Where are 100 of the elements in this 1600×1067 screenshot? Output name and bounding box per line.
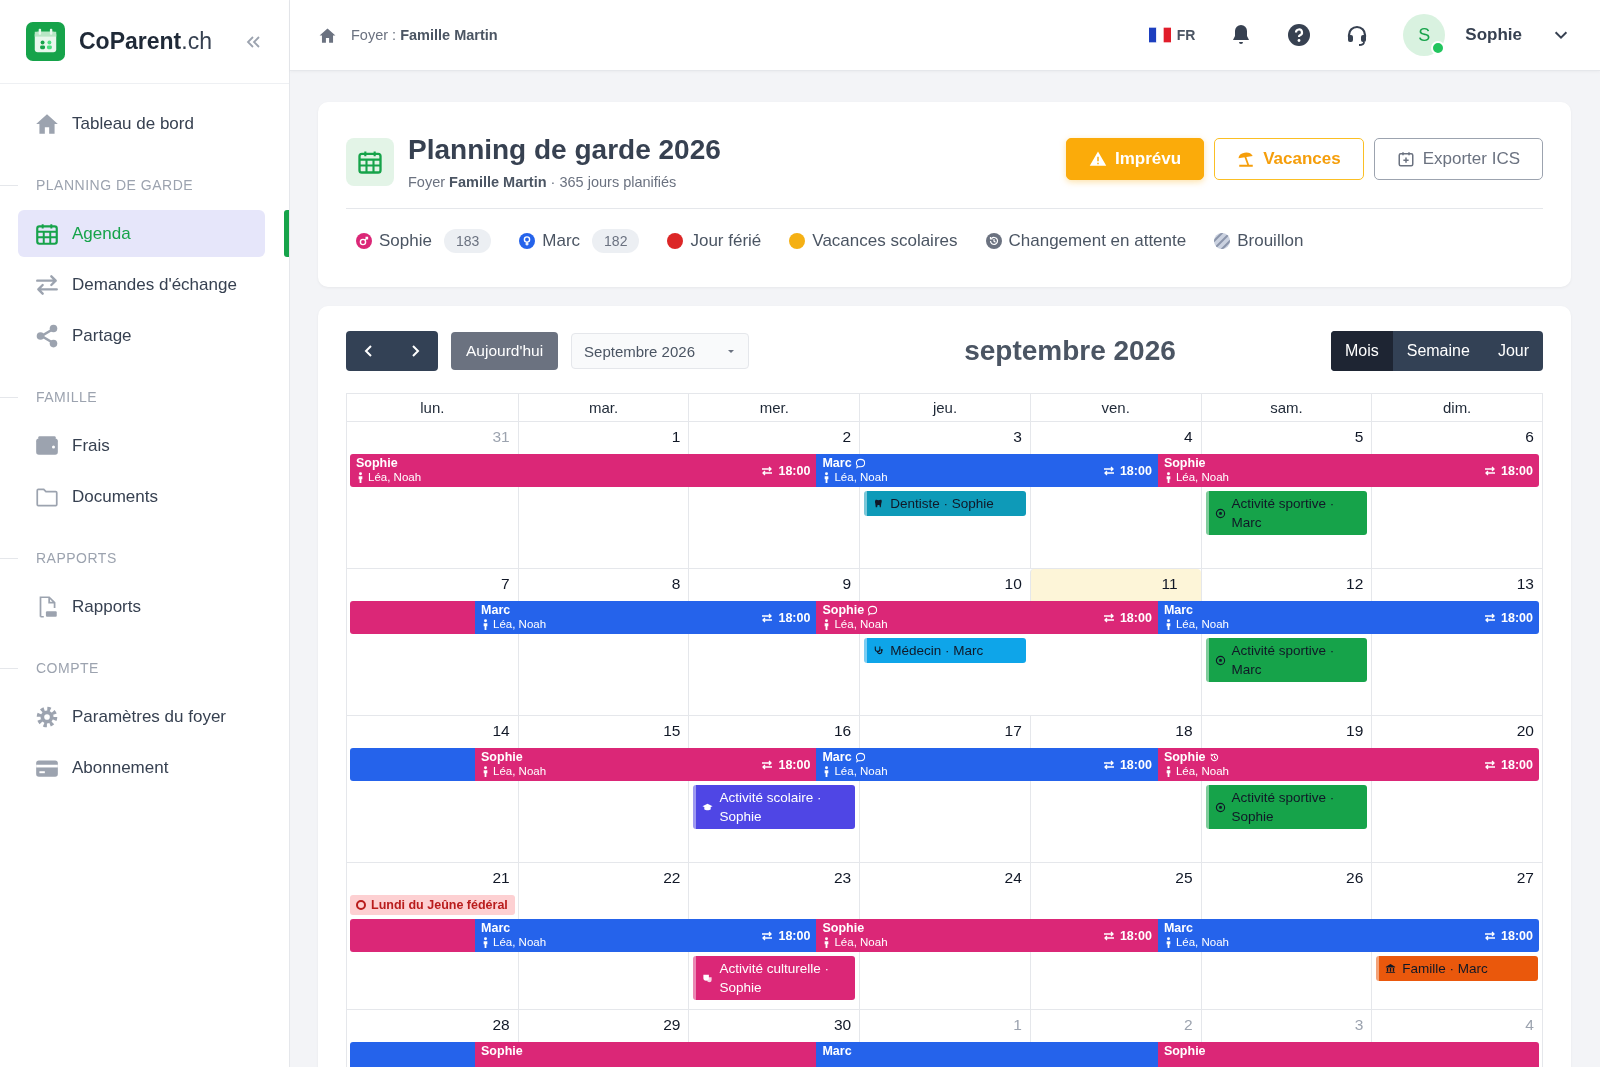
- help-icon[interactable]: [1287, 23, 1312, 47]
- day-number: 31: [492, 427, 511, 446]
- page-title: Planning de garde 2026: [408, 134, 722, 166]
- event-label: Activité scolaire · Sophie: [719, 789, 823, 826]
- event-chip[interactable]: Dentiste · Sophie: [864, 491, 1026, 516]
- children-names: Léa, Noah: [834, 618, 888, 630]
- swap-arrows-icon: [1102, 929, 1115, 942]
- sidebar-item[interactable]: Partage: [18, 312, 265, 359]
- sidebar-item[interactable]: Rapports: [18, 583, 265, 630]
- children-names: Léa, Noah: [493, 936, 547, 948]
- custody-bar[interactable]: Marc: [816, 1042, 1158, 1067]
- home-icon: [318, 25, 337, 45]
- day-number: 5: [1354, 427, 1365, 446]
- count-badge: 182: [592, 229, 640, 253]
- event-chip[interactable]: Activité sportive · Sophie: [1205, 785, 1368, 829]
- parent-name: Sophie: [481, 750, 523, 764]
- event-chip[interactable]: Activité sportive · Marc: [1205, 491, 1368, 535]
- children-names: Léa, Noah: [1175, 471, 1229, 483]
- sidebar-item[interactable]: Demandes d'échange: [18, 261, 265, 308]
- sidebar-item[interactable]: Paramètres du foyer: [18, 693, 265, 740]
- custody-bar[interactable]: Sophie Léa, Noah 18:00: [475, 748, 817, 781]
- handover-time: 18:00: [1501, 757, 1533, 772]
- event-chip[interactable]: Famille · Marc: [1376, 956, 1538, 981]
- view-tab[interactable]: Jour: [1483, 331, 1543, 371]
- calendar-plus-icon: [1396, 150, 1415, 168]
- month-select[interactable]: Septembre 2026: [571, 333, 750, 369]
- event-chip[interactable]: Activité culturelle · Sophie: [693, 956, 856, 1000]
- section-heading: PLANNING DE GARDE: [0, 168, 289, 202]
- history-icon: [1208, 751, 1220, 763]
- event-label: Activité sportive · Marc: [1231, 642, 1336, 679]
- today-button[interactable]: Aujourd'hui: [451, 332, 559, 370]
- day-number: 4: [1183, 427, 1194, 446]
- legend-label: Jour férié: [690, 231, 762, 251]
- app-logo-text: CoParent.ch: [79, 28, 213, 55]
- building-icon: [1385, 963, 1397, 974]
- day-number: 10: [1004, 574, 1023, 593]
- user-avatar[interactable]: S: [1403, 14, 1446, 56]
- day-number: 21: [492, 868, 511, 887]
- day-number: 1: [1013, 1015, 1023, 1034]
- day-number: 25: [1175, 868, 1194, 887]
- custody-bar[interactable]: Sophie Léa, Noah 18:00: [1157, 454, 1539, 487]
- ball-icon: [1214, 507, 1226, 519]
- custody-bar[interactable]: Marc Léa, Noah 18:00: [1157, 919, 1539, 952]
- parent-name: Sophie: [481, 1044, 523, 1058]
- custody-bar[interactable]: Marc Léa, Noah 18:00: [475, 601, 817, 634]
- sidebar-item[interactable]: Abonnement: [18, 744, 265, 791]
- day-number: 29: [663, 1015, 682, 1034]
- sidebar-item[interactable]: Frais: [18, 422, 265, 469]
- day-number: 27: [1516, 868, 1535, 887]
- handover-time: 18:00: [1119, 463, 1152, 478]
- holiday-tag: Lundi du Jeûne fédéral: [350, 895, 515, 915]
- stethoscope-icon: [873, 645, 885, 656]
- sidebar-item[interactable]: Tableau de bord: [18, 100, 265, 147]
- sidebar-item[interactable]: Documents: [18, 473, 265, 520]
- day-number: 26: [1346, 868, 1365, 887]
- custody-bar[interactable]: Marc Léa, Noah 18:00: [816, 748, 1158, 781]
- view-tab[interactable]: Mois: [1330, 331, 1393, 371]
- custody-bar[interactable]: Sophie Léa, Noah 18:00: [350, 454, 817, 487]
- children-names: Léa, Noah: [1175, 618, 1229, 630]
- day-number: 19: [1346, 721, 1365, 740]
- custody-bar[interactable]: Sophie Léa, Noah 18:00: [816, 601, 1158, 634]
- custody-bar[interactable]: Sophie Léa, Noah 18:00: [816, 919, 1158, 952]
- custody-bar[interactable]: Marc Léa, Noah 18:00: [816, 454, 1158, 487]
- month-title: septembre 2026: [963, 335, 1177, 367]
- parent-name: Sophie: [822, 921, 865, 935]
- graduation-cap-icon: [702, 801, 714, 813]
- logo-icon: [26, 22, 65, 61]
- view-tab[interactable]: Semaine: [1392, 331, 1484, 371]
- event-chip[interactable]: Activité sportive · Marc: [1205, 638, 1368, 682]
- event-chip[interactable]: Médecin · Marc: [864, 638, 1026, 663]
- language-selector[interactable]: FR: [1142, 26, 1202, 44]
- swap-arrows-icon: [1484, 929, 1496, 942]
- child-icon: [356, 471, 365, 483]
- parent-name: Marc: [822, 456, 852, 470]
- day-number: 2: [842, 427, 853, 446]
- user-name[interactable]: Sophie: [1465, 25, 1522, 45]
- comment-icon: [854, 457, 866, 469]
- theater-mask-icon: [702, 972, 714, 984]
- event-label: Dentiste · Sophie: [890, 495, 994, 513]
- weekday-header: dim.: [1371, 394, 1542, 421]
- custody-bar[interactable]: Sophie: [1157, 1042, 1539, 1067]
- day-number: 3: [1013, 427, 1023, 446]
- share-icon: [34, 322, 60, 349]
- export-button[interactable]: Exporter ICS: [1373, 138, 1543, 180]
- swap-arrows-icon: [1484, 611, 1496, 624]
- event-label: Médecin · Marc: [890, 642, 984, 660]
- weekday-header: jeu.: [859, 394, 1030, 421]
- circle-icon: [356, 900, 366, 910]
- day-number: 9: [842, 574, 853, 593]
- event-chip[interactable]: Activité scolaire · Sophie: [693, 785, 856, 829]
- custody-bar[interactable]: Marc Léa, Noah 18:00: [1157, 601, 1539, 634]
- count-badge: 183: [443, 229, 492, 253]
- custody-bar[interactable]: Sophie Léa, Noah 18:00: [1157, 748, 1539, 781]
- custody-bar[interactable]: Marc Léa, Noah 18:00: [475, 919, 817, 952]
- parent-name: Marc: [1163, 603, 1194, 617]
- day-number: 17: [1004, 721, 1023, 740]
- parent-name: Sophie: [356, 456, 398, 470]
- custody-bar[interactable]: Sophie: [475, 1042, 817, 1067]
- swap-arrows-icon: [1484, 758, 1496, 771]
- swap-arrows-icon: [1484, 464, 1496, 477]
